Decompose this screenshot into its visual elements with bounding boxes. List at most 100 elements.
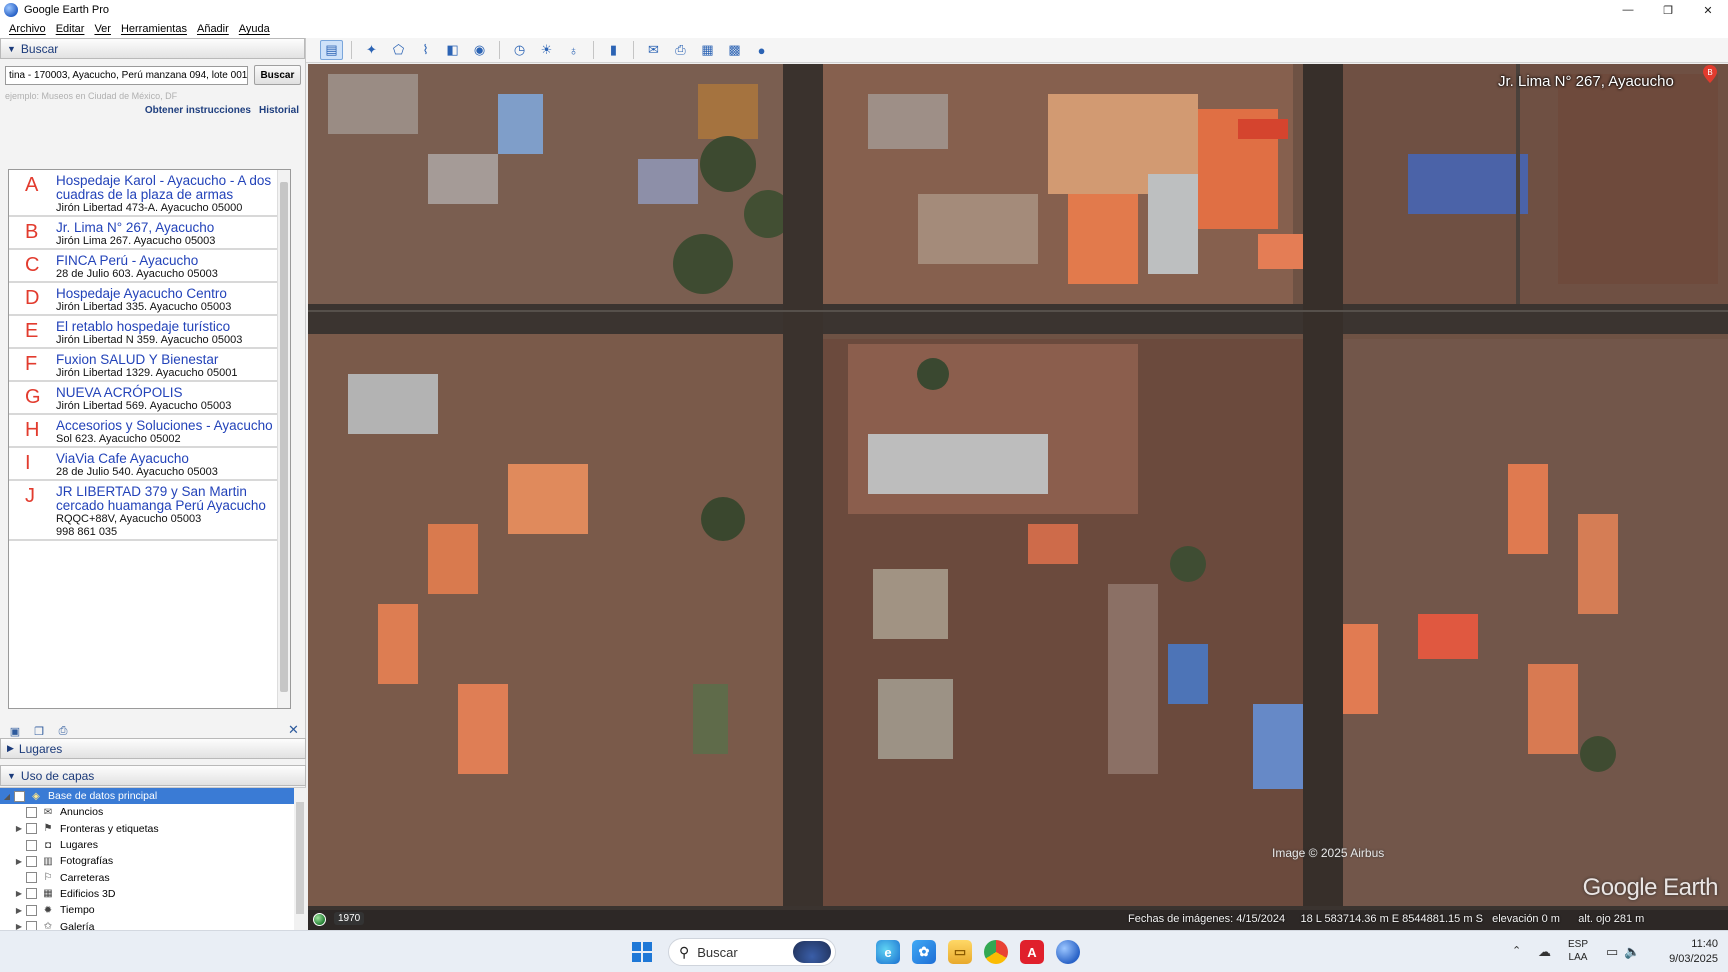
menu-anadir[interactable]: Añadir bbox=[193, 23, 235, 35]
historical-imagery-icon[interactable]: ◷ bbox=[508, 40, 531, 60]
search-result-item[interactable]: F Fuxion SALUD Y Bienestar Jirón Libertad … bbox=[9, 349, 290, 382]
layer-checkbox[interactable] bbox=[26, 855, 37, 867]
layer-checkbox[interactable] bbox=[26, 839, 37, 851]
layer-checkbox[interactable] bbox=[26, 888, 37, 900]
polygon-icon[interactable]: ⬠ bbox=[387, 40, 410, 60]
expand-arrow-icon[interactable]: ◢ bbox=[0, 792, 14, 801]
layer-item[interactable]: ◢ ◈ Base de datos principal bbox=[0, 788, 306, 805]
menu-herramientas[interactable]: Herramientas bbox=[117, 23, 193, 35]
imagery-year-badge[interactable]: 1970 bbox=[334, 912, 365, 925]
result-name-link[interactable]: Fuxion SALUD Y Bienestar bbox=[56, 349, 280, 367]
save-image-icon[interactable]: ▦ bbox=[696, 40, 719, 60]
earth-gallery-icon[interactable]: ● bbox=[750, 40, 773, 60]
sunlight-icon[interactable]: ☀ bbox=[535, 40, 558, 60]
layer-item[interactable]: ▶ ▦ Edificios 3D bbox=[0, 886, 306, 902]
expand-arrow-icon[interactable]: ▶ bbox=[12, 857, 26, 866]
search-result-item[interactable]: C FINCA Perú - Ayacucho 28 de Julio 603. A… bbox=[9, 250, 290, 283]
menu-archivo[interactable]: Archivo bbox=[5, 23, 52, 35]
layer-checkbox[interactable] bbox=[26, 904, 37, 916]
layer-item[interactable]: ⚐ Carreteras bbox=[0, 869, 306, 885]
search-result-item[interactable]: E El retablo hospedaje turístico Jirón Lib… bbox=[9, 316, 290, 349]
history-link[interactable]: Historial bbox=[259, 105, 299, 119]
file-explorer-icon[interactable]: ▭ bbox=[948, 940, 972, 964]
layers-scrollbar[interactable] bbox=[294, 788, 306, 930]
email-icon[interactable]: ✉ bbox=[642, 40, 665, 60]
search-result-item[interactable]: A Hospedaje Karol - Ayacucho - A dos cuad… bbox=[9, 170, 290, 217]
result-name-link[interactable]: ViaVia Cafe Ayacucho bbox=[56, 448, 280, 466]
print-icon[interactable]: ⎙ bbox=[56, 725, 70, 737]
result-name-link[interactable]: Hospedaje Ayacucho Centro bbox=[56, 283, 280, 301]
search-result-item[interactable]: B Jr. Lima N° 267, Ayacucho Jirón Lima 267… bbox=[9, 217, 290, 250]
start-button[interactable] bbox=[632, 942, 652, 962]
search-input[interactable]: tina - 170003, Ayacucho, Perú manzana 09… bbox=[5, 65, 248, 85]
layer-checkbox[interactable] bbox=[14, 790, 25, 802]
search-result-item[interactable]: I ViaVia Cafe Ayacucho 28 de Julio 540. Ay… bbox=[9, 448, 290, 481]
layer-item[interactable]: ◘ Lugares bbox=[0, 837, 306, 853]
search-button[interactable]: Buscar bbox=[253, 65, 301, 85]
clock[interactable]: 11:40 9/03/2025 bbox=[1652, 937, 1718, 967]
search-result-item[interactable]: D Hospedaje Ayacucho Centro Jirón Libertad… bbox=[9, 283, 290, 316]
placemark-icon[interactable]: ✦ bbox=[360, 40, 383, 60]
expand-arrow-icon[interactable]: ▶ bbox=[12, 906, 26, 915]
expand-arrow-icon[interactable]: ▶ bbox=[12, 889, 26, 898]
result-name-link[interactable]: Hospedaje Karol - Ayacucho - A dos cuadr… bbox=[56, 170, 280, 202]
expand-arrow-icon[interactable]: ▶ bbox=[12, 922, 26, 930]
layer-item[interactable]: ✉ Anuncios bbox=[0, 804, 306, 820]
placemark-label[interactable]: Jr. Lima N° 267, Ayacucho bbox=[1498, 73, 1674, 90]
layer-item[interactable]: ▶ ✩ Galería bbox=[0, 918, 306, 930]
add-folder-icon[interactable]: ▣ bbox=[8, 725, 22, 738]
restore-button[interactable]: ❐ bbox=[1648, 0, 1688, 20]
result-name-link[interactable]: El retablo hospedaje turístico bbox=[56, 316, 280, 334]
path-icon[interactable]: ⌇ bbox=[414, 40, 437, 60]
result-name-link[interactable]: NUEVA ACRÓPOLIS bbox=[56, 382, 280, 400]
results-scrollbar[interactable] bbox=[277, 170, 290, 708]
layer-checkbox[interactable] bbox=[26, 921, 37, 930]
search-panel-header[interactable]: ▼ Buscar bbox=[0, 38, 305, 59]
result-name-link[interactable]: FINCA Perú - Ayacucho bbox=[56, 250, 280, 268]
layer-item[interactable]: ▶ ⚑ Fronteras y etiquetas bbox=[0, 821, 306, 837]
edge-icon[interactable]: e bbox=[876, 940, 900, 964]
view-in-maps-icon[interactable]: ▩ bbox=[723, 40, 746, 60]
overlay-icon[interactable]: ◧ bbox=[441, 40, 464, 60]
menu-ver[interactable]: Ver bbox=[90, 23, 117, 35]
chrome-icon[interactable] bbox=[984, 940, 1008, 964]
result-name-link[interactable]: Accesorios y Soluciones - Ayacucho bbox=[56, 415, 280, 433]
language-indicator[interactable]: ESP LAA bbox=[1568, 938, 1588, 964]
layer-item[interactable]: ▶ ▥ Fotografías bbox=[0, 853, 306, 869]
result-name-link[interactable]: JR LIBERTAD 379 y San Martin cercado hua… bbox=[56, 481, 280, 513]
taskbar-search[interactable]: ⚲ Buscar bbox=[668, 938, 836, 966]
photos-icon[interactable]: ✿ bbox=[912, 940, 936, 964]
menu-ayuda[interactable]: Ayuda bbox=[235, 23, 276, 35]
print-icon[interactable]: ⎙ bbox=[669, 40, 692, 60]
show-hidden-icons-icon[interactable]: ⌃ bbox=[1512, 944, 1521, 957]
clear-results-button[interactable]: ✕ bbox=[288, 722, 299, 738]
ruler-icon[interactable]: ▮ bbox=[602, 40, 625, 60]
menu-editar[interactable]: Editar bbox=[52, 23, 91, 35]
search-result-item[interactable]: G NUEVA ACRÓPOLIS Jirón Libertad 569. Ayac… bbox=[9, 382, 290, 415]
directions-link[interactable]: Obtener instrucciones bbox=[145, 105, 251, 119]
result-name-link[interactable]: Jr. Lima N° 267, Ayacucho bbox=[56, 217, 280, 235]
planets-icon[interactable]: ♁ bbox=[562, 40, 585, 60]
layer-item[interactable]: ▶ ✹ Tiempo bbox=[0, 902, 306, 918]
placemark-pin-icon[interactable]: B bbox=[1703, 65, 1717, 83]
globe-status-icon[interactable] bbox=[313, 913, 326, 926]
layer-checkbox[interactable] bbox=[26, 806, 37, 818]
google-earth-taskbar-icon[interactable] bbox=[1056, 940, 1080, 964]
minimize-button[interactable]: — bbox=[1608, 0, 1648, 20]
expand-arrow-icon[interactable]: ▶ bbox=[12, 824, 26, 833]
layer-checkbox[interactable] bbox=[26, 823, 37, 835]
network-volume-icons[interactable]: ▭🔈 bbox=[1606, 944, 1646, 960]
layers-panel-header[interactable]: ▼ Uso de capas bbox=[0, 765, 306, 786]
places-panel-header[interactable]: ▶ Lugares bbox=[0, 738, 306, 759]
search-result-item[interactable]: H Accesorios y Soluciones - Ayacucho Sol 6… bbox=[9, 415, 290, 448]
close-window-button[interactable]: ✕ bbox=[1688, 0, 1728, 20]
acrobat-icon[interactable]: A bbox=[1020, 940, 1044, 964]
weather-widget-icon[interactable] bbox=[793, 941, 831, 963]
onedrive-icon[interactable]: ☁ bbox=[1538, 944, 1551, 960]
search-result-item[interactable]: J JR LIBERTAD 379 y San Martin cercado hu… bbox=[9, 481, 290, 541]
tour-icon[interactable]: ◉ bbox=[468, 40, 491, 60]
sidebar-toggle-icon[interactable]: ▤ bbox=[320, 40, 343, 60]
copy-icon[interactable]: ❐ bbox=[32, 725, 46, 738]
layer-checkbox[interactable] bbox=[26, 872, 37, 884]
map-view[interactable]: B Jr. Lima N° 267, Ayacucho Image © 2025… bbox=[308, 64, 1728, 930]
